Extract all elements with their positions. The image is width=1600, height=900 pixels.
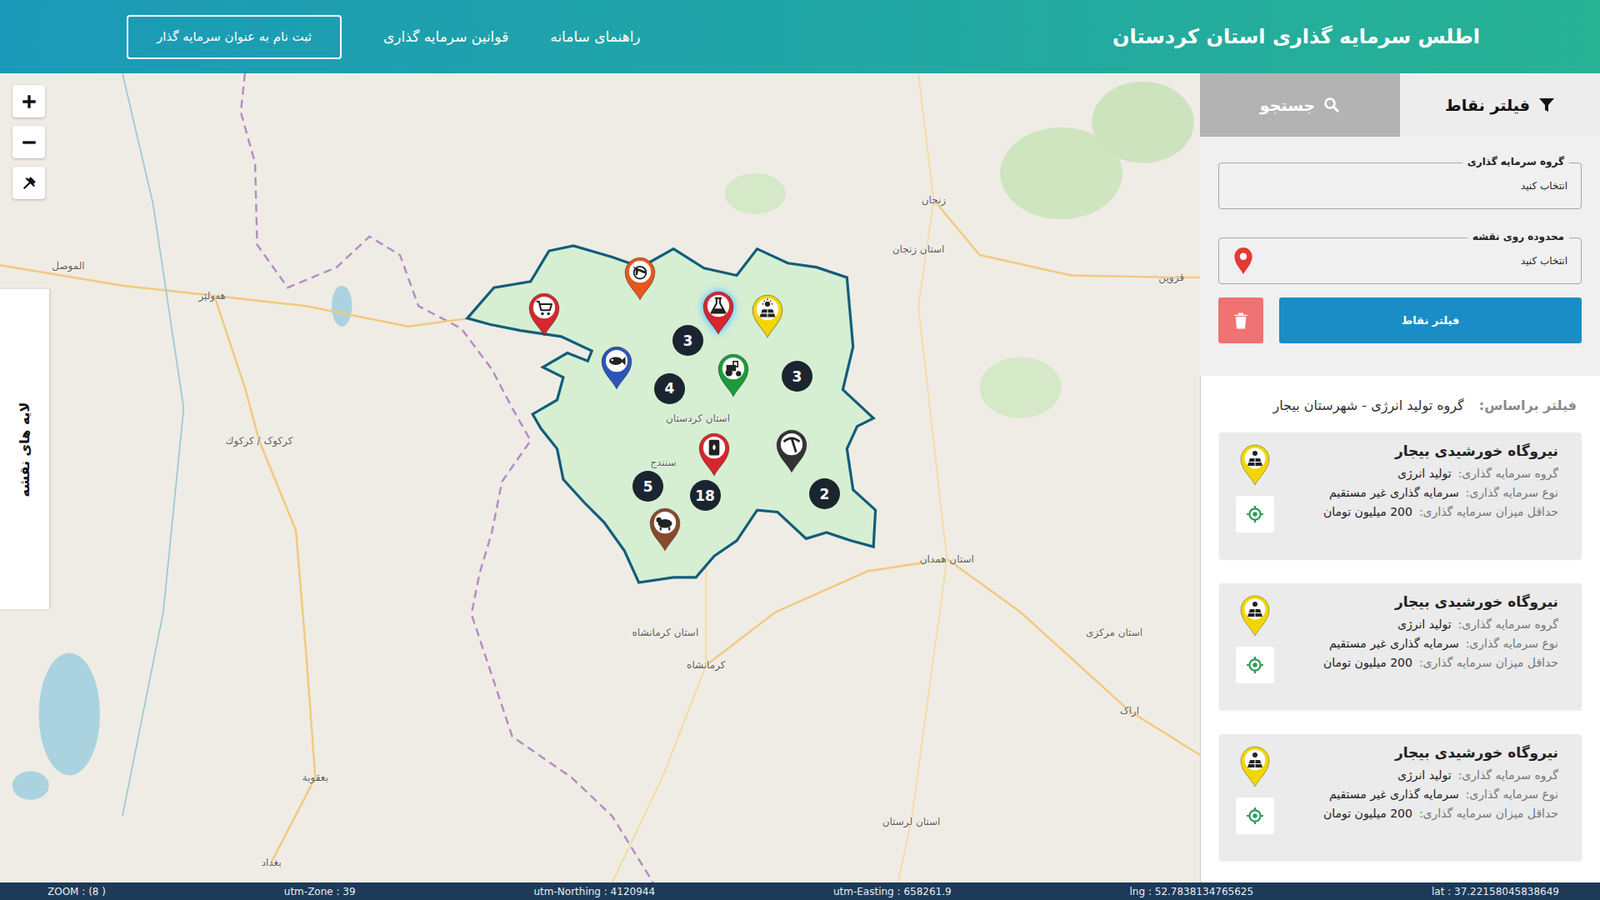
place-label: اراک	[1120, 705, 1140, 717]
draw-tool-button[interactable]	[12, 166, 45, 200]
search-icon	[1323, 96, 1340, 114]
field-placeholder: انتخاب کنید	[1254, 255, 1568, 267]
zoom-out-button[interactable]	[12, 125, 45, 159]
place-label: قزوین	[1158, 271, 1185, 284]
cluster-marker[interactable]: 2	[809, 478, 840, 510]
card-title: نیروگاه خورشیدی بیجار	[1282, 744, 1559, 761]
map-pin-icon[interactable]	[1232, 246, 1255, 275]
zoom-in-button[interactable]	[12, 85, 45, 118]
tools-icon	[21, 175, 37, 191]
place-label: استان زنجان	[892, 243, 945, 255]
place-label: کرمانشاه	[686, 659, 725, 671]
locate-button[interactable]	[1235, 646, 1275, 684]
button-row: فیلتر نقاط	[1218, 297, 1582, 344]
nav-link[interactable]: راهنمای سامانه	[550, 28, 640, 45]
map-pin-icon[interactable]	[774, 427, 810, 474]
solar-pin-icon	[1238, 593, 1272, 637]
card-row: حداقل میزان سرمایه گذاری: 200 میلیون توم…	[1282, 505, 1559, 519]
header: راهنمای سامانه قوانین سرمایه گذاری ثبت نا…	[0, 0, 1600, 74]
site-title: اطلس سرمایه گذاری استان کردستان	[1112, 25, 1480, 49]
solar-pin-icon	[1238, 442, 1272, 486]
card-row: حداقل میزان سرمایه گذاری: 200 میلیون توم…	[1282, 806, 1559, 820]
status-item: utm-Easting : 658261.9	[833, 885, 952, 898]
place-label: کرکوک / كركوك	[225, 435, 294, 447]
tab[interactable]: فیلتر نقاط	[1400, 73, 1600, 137]
map-pin-icon[interactable]	[526, 290, 562, 337]
map-pin-icon[interactable]	[700, 289, 736, 335]
nav-link[interactable]: قوانین سرمایه گذاری	[383, 28, 509, 45]
place-label: زنجان	[921, 194, 946, 206]
target-icon	[1245, 505, 1265, 524]
map-pin-icon[interactable]	[715, 351, 751, 398]
trash-icon	[1231, 311, 1250, 330]
place-label: سنندج	[650, 456, 676, 469]
map-tiles	[0, 73, 1200, 883]
field-label: محدوده روی نقشه	[1467, 230, 1570, 243]
tab[interactable]: جستجو	[1200, 73, 1400, 137]
cluster-marker[interactable]: 4	[654, 373, 685, 405]
map-pin-icon[interactable]	[622, 255, 658, 301]
cluster-marker[interactable]: 3	[781, 360, 813, 392]
place-label: بغداد	[261, 856, 282, 869]
card-row: گروه سرمایه گذاری: تولید انرژی	[1282, 617, 1559, 631]
top-nav: راهنمای سامانه قوانین سرمایه گذاری ثبت نا…	[126, 15, 641, 60]
card-row: حداقل میزان سرمایه گذاری: 200 میلیون توم…	[1282, 655, 1559, 670]
map-pin-icon[interactable]	[599, 344, 635, 390]
status-item: utm-Northing : 4120944	[534, 885, 656, 898]
select-field[interactable]: گروه سرمایه گذاری انتخاب کنید	[1218, 162, 1582, 210]
map-pin-icon[interactable]	[647, 505, 683, 552]
filter-icon	[1538, 96, 1555, 114]
main: سنندج استان کردستان کرمانشاه استان کرمانشاه…	[0, 73, 1600, 883]
card-title: نیروگاه خورشیدی بیجار	[1282, 593, 1559, 610]
results: فیلتر براساس: گروه تولید انرژی - شهرستان…	[1200, 375, 1600, 883]
target-icon	[1245, 806, 1265, 825]
plus-icon	[20, 92, 39, 111]
field-placeholder: انتخاب کنید	[1232, 180, 1568, 192]
card-title: نیروگاه خورشیدی بیجار	[1282, 442, 1559, 460]
app: راهنمای سامانه قوانین سرمایه گذاری ثبت نا…	[0, 0, 1600, 900]
register-button[interactable]: ثبت نام به عنوان سرمایه گذار	[126, 15, 342, 60]
map-pin-icon[interactable]	[696, 430, 732, 477]
place-label: هەولێر	[198, 290, 225, 302]
filter-button[interactable]: فیلتر نقاط	[1279, 297, 1582, 344]
place-label: استان لرستان	[882, 815, 941, 828]
place-label: استان مرکزی	[1085, 626, 1143, 639]
status-item: ZOOM : (8 )	[47, 885, 106, 898]
result-card[interactable]: نیروگاه خورشیدی بیجار گروه سرمایه گذاری:…	[1219, 583, 1582, 710]
status-item: lng : 52.7838134765625	[1130, 885, 1255, 898]
solar-pin-icon	[1238, 744, 1272, 788]
clear-button[interactable]	[1218, 297, 1264, 344]
map[interactable]: سنندج استان کردستان کرمانشاه استان کرمانشاه…	[0, 73, 1200, 883]
layers-tab[interactable]: لایه های نقشه	[0, 289, 50, 610]
card-row: گروه سرمایه گذاری: تولید انرژی	[1282, 466, 1559, 480]
result-card[interactable]: نیروگاه خورشیدی بیجار گروه سرمایه گذاری:…	[1219, 432, 1582, 560]
cluster-marker[interactable]: 3	[672, 325, 704, 356]
card-row: نوع سرمایه گذاری: سرمایه گذاری غیر مستقی…	[1282, 787, 1559, 801]
locate-button[interactable]	[1235, 797, 1275, 835]
status-item: utm-Zone : 39	[284, 885, 356, 898]
place-label: استان همدان	[920, 553, 975, 565]
locate-button[interactable]	[1235, 495, 1275, 533]
side-panel: فیلتر نقاط جستجو گروه سرمایه گذاری انتخا…	[1200, 73, 1600, 883]
minus-icon	[20, 133, 39, 152]
card-row: نوع سرمایه گذاری: سرمایه گذاری غیر مستقی…	[1282, 485, 1559, 500]
place-label: استان کردستان	[665, 412, 730, 425]
result-card[interactable]: نیروگاه خورشیدی بیجار گروه سرمایه گذاری:…	[1219, 734, 1582, 861]
status-item: lat : 37.22158045838649	[1431, 885, 1560, 898]
card-row: نوع سرمایه گذاری: سرمایه گذاری غیر مستقی…	[1282, 636, 1559, 650]
place-label: الموصل	[51, 260, 85, 272]
select-field[interactable]: محدوده روی نقشه انتخاب کنید	[1218, 237, 1582, 285]
map-pin-icon[interactable]	[750, 292, 785, 339]
target-icon	[1245, 655, 1265, 675]
field-label: گروه سرمایه گذاری	[1462, 155, 1570, 168]
place-label: بعقوبة	[302, 771, 329, 784]
tabs: فیلتر نقاط جستجو	[1200, 73, 1600, 137]
filter-form: گروه سرمایه گذاری انتخاب کنید محدوده روی…	[1200, 136, 1600, 357]
card-row: گروه سرمایه گذاری: تولید انرژی	[1282, 768, 1559, 782]
filter-summary: فیلتر براساس: گروه تولید انرژی - شهرستان…	[1219, 375, 1582, 414]
place-label: استان کرمانشاه	[632, 626, 700, 639]
status-bar: ZOOM : (8 ) utm-Zone : 39 utm-Northing : 4…	[0, 882, 1600, 900]
map-controls	[12, 85, 45, 200]
cluster-marker[interactable]: 18	[690, 480, 721, 511]
